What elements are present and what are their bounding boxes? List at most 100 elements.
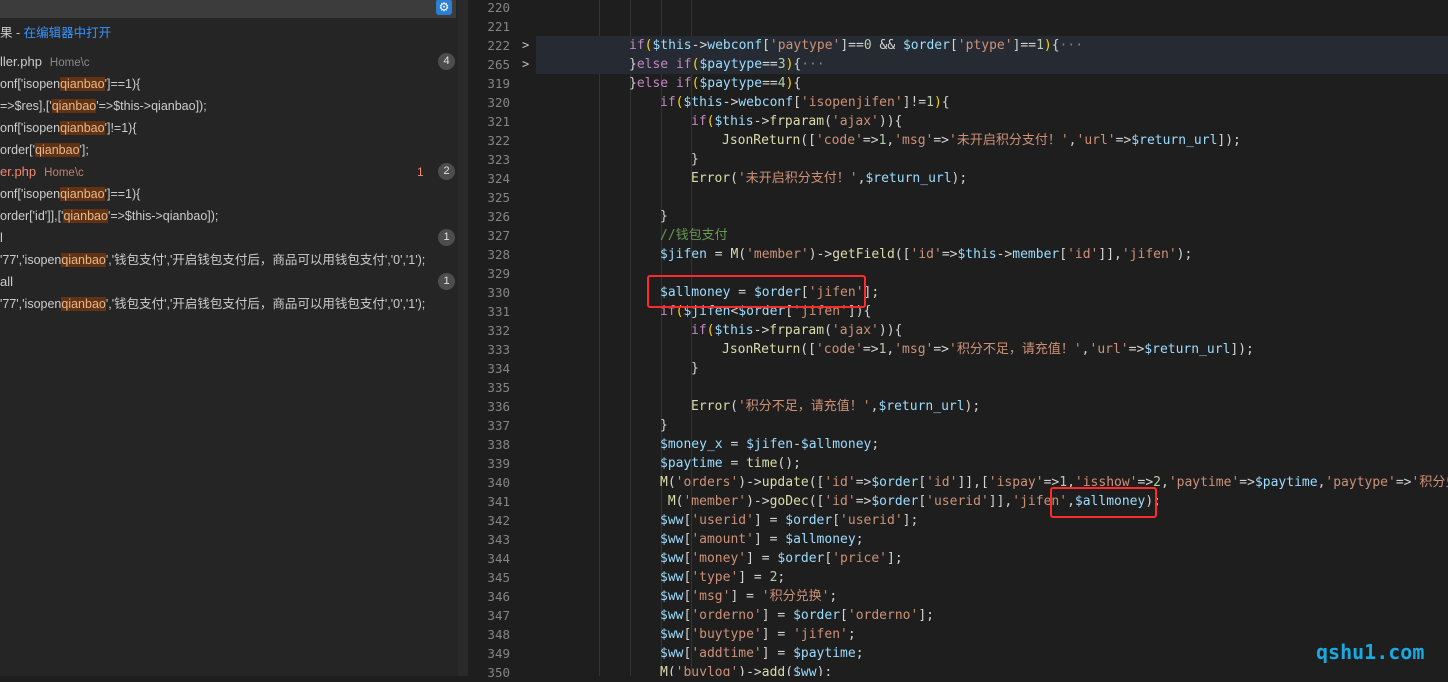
code-line[interactable]: M('orders')->update(['id'=>$order['id']]… <box>536 473 1448 492</box>
code-token: ] = <box>762 608 793 623</box>
code-token: => <box>933 133 949 148</box>
code-token: ( <box>730 399 738 414</box>
search-toolbar: ⚙ <box>0 0 456 18</box>
code-line[interactable]: if($this->frparam('ajax')){ <box>536 112 902 131</box>
code-token: $this <box>652 38 691 53</box>
code-token: { <box>895 323 903 338</box>
code-line[interactable]: $ww['amount'] = $allmoney; <box>536 530 864 549</box>
code-token: 'id' <box>824 494 855 509</box>
code-token: 'paytype' <box>770 38 840 53</box>
code-line[interactable]: } <box>536 207 668 226</box>
code-token: -> <box>754 323 770 338</box>
code-line[interactable]: }else if($paytype==3){··· <box>536 55 1448 74</box>
code-token: ] = <box>754 532 785 547</box>
code-token: ([ <box>800 342 816 357</box>
code-token: 'price' <box>832 551 887 566</box>
code-token: $order <box>871 475 918 490</box>
search-file-row[interactable]: all <box>0 271 21 293</box>
code-token: -> <box>723 95 739 110</box>
code-line[interactable]: } <box>536 359 699 378</box>
code-token: 4 <box>778 76 786 91</box>
code-line[interactable]: $ww['msg'] = '积分兑换'; <box>536 587 837 606</box>
code-line[interactable]: if($this->frparam('ajax')){ <box>536 321 902 340</box>
line-number: 332 <box>468 321 510 340</box>
code-token: ) <box>1044 38 1052 53</box>
code-token: ] = <box>754 513 785 528</box>
code-token: '未开启积分支付！' <box>738 171 858 186</box>
code-line[interactable]: $ww['type'] = 2; <box>536 568 785 587</box>
fold-chevron-icon[interactable]: > <box>522 36 529 55</box>
code-token: $ww <box>660 551 683 566</box>
search-file-row[interactable]: er.phpHome\c <box>0 161 84 183</box>
open-in-editor-link[interactable]: 在编辑器中打开 <box>24 26 112 40</box>
code-line[interactable]: if($this->webconf['isopenjifen']!=1){ <box>536 93 950 112</box>
code-token: '未开启积分支付！' <box>949 133 1069 148</box>
code-token: Error <box>691 171 730 186</box>
search-match-row[interactable]: order['qianbao']; <box>0 139 89 161</box>
code-line[interactable]: $money_x = $jifen-$allmoney; <box>536 435 879 454</box>
line-number: 221 <box>468 17 510 36</box>
code-line[interactable]: $paytime = time(); <box>536 454 801 473</box>
search-match-row[interactable]: '77','isopenqianbao','钱包支付','开启钱包支付后，商品可… <box>0 293 425 315</box>
code-token: ]; <box>903 513 919 528</box>
fold-chevron-icon[interactable]: > <box>522 55 529 74</box>
code-line[interactable]: JsonReturn(['code'=>1,'msg'=>'未开启积分支付！',… <box>536 131 1241 150</box>
code-line[interactable]: M('buylog')->add($ww); <box>536 663 832 676</box>
code-line[interactable]: }else if($paytype==4){ <box>536 74 801 93</box>
code-line[interactable]: JsonReturn(['code'=>1,'msg'=>'积分不足，请充值！'… <box>536 340 1254 359</box>
code-token: 0 <box>864 38 872 53</box>
code-line[interactable]: Error('未开启积分支付！',$return_url); <box>536 169 967 188</box>
code-line[interactable]: if($this->webconf['paytype']==0 && $orde… <box>536 36 1448 55</box>
panel-scrollbar[interactable] <box>458 0 468 676</box>
line-number: 320 <box>468 93 510 112</box>
code-token: ([ <box>809 494 825 509</box>
problem-count: 1 <box>417 161 424 183</box>
code-token: [ <box>1059 247 1067 262</box>
code-token: JsonReturn <box>722 342 800 357</box>
code-token: $this <box>714 114 753 129</box>
code-token: else <box>637 76 676 91</box>
code-token: )-> <box>746 494 769 509</box>
code-token: } <box>629 57 637 72</box>
code-line[interactable]: $ww['buytype'] = 'jifen'; <box>536 625 856 644</box>
search-match-row[interactable]: =>$res],['qianbao'=>$this->qianbao]); <box>0 95 207 117</box>
code-token: 'ajax' <box>832 323 879 338</box>
search-match-row[interactable]: order['id']],['qianbao'=>$this->qianbao]… <box>0 205 218 227</box>
code-line[interactable]: $ww['money'] = $order['price']; <box>536 549 903 568</box>
code-token: { <box>895 114 903 129</box>
code-line[interactable]: $ww['addtime'] = $paytime; <box>536 644 864 663</box>
code-line[interactable]: } <box>536 150 699 169</box>
code-line[interactable]: $jifen = M('member')->getField(['id'=>$t… <box>536 245 1192 264</box>
code-token: = <box>723 437 746 452</box>
search-match-row[interactable]: onf['isopenqianbao']==1){ <box>0 73 140 95</box>
line-number: 333 <box>468 340 510 359</box>
file-name: ller.php <box>0 54 42 69</box>
code-token: ; <box>777 570 785 585</box>
search-file-row[interactable]: ller.phpHome\c <box>0 51 90 73</box>
code-token: ··· <box>801 57 824 72</box>
code-line[interactable]: $ww['orderno'] = $order['orderno']; <box>536 606 934 625</box>
code-line[interactable]: //钱包支付 <box>536 226 728 245</box>
code-token: $money_x <box>660 437 723 452</box>
code-line[interactable]: } <box>536 416 668 435</box>
gear-icon[interactable]: ⚙ <box>436 0 452 15</box>
search-match-row[interactable]: onf['isopenqianbao']!=1){ <box>0 117 137 139</box>
code-token: '积分不足，请充值！' <box>738 399 871 414</box>
search-file-row[interactable]: l <box>0 227 11 249</box>
code-token: 'isopenjifen' <box>801 95 903 110</box>
code-token: } <box>660 418 668 433</box>
line-number: 322 <box>468 131 510 150</box>
code-line[interactable]: Error('积分不足，请充值！',$return_url); <box>536 397 980 416</box>
match-highlight: qianbao <box>63 209 108 223</box>
search-match-row[interactable]: '77','isopenqianbao','钱包支付','开启钱包支付后，商品可… <box>0 249 425 271</box>
code-token: $ww <box>660 646 683 661</box>
code-token: } <box>691 361 699 376</box>
watermark: qshu1.com <box>1316 640 1424 664</box>
code-token: = <box>723 456 746 471</box>
code-line[interactable]: $ww['userid'] = $order['userid']; <box>536 511 918 530</box>
code-token: $order <box>903 38 950 53</box>
code-token: ]== <box>1013 38 1036 53</box>
code-token: ); <box>1177 247 1193 262</box>
code-editor[interactable]: if($this->webconf['paytype']==0 && $orde… <box>536 0 1448 676</box>
search-match-row[interactable]: onf['isopenqianbao']==1){ <box>0 183 140 205</box>
